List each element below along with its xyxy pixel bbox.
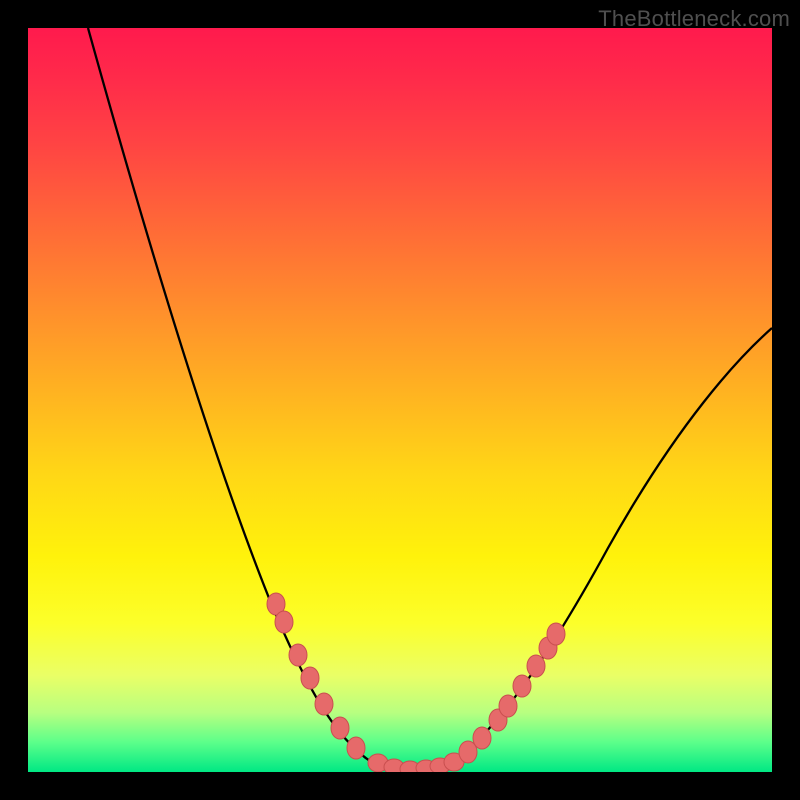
marker-dot [547, 623, 565, 645]
marker-dot [513, 675, 531, 697]
marker-dot [527, 655, 545, 677]
marker-dot [315, 693, 333, 715]
marker-dot [301, 667, 319, 689]
marker-dot [499, 695, 517, 717]
chart-frame: TheBottleneck.com [0, 0, 800, 800]
marker-dot [275, 611, 293, 633]
marker-dot [347, 737, 365, 759]
curve-layer [28, 28, 772, 772]
plot-area [28, 28, 772, 772]
bottleneck-curve [88, 28, 772, 768]
marker-dot [331, 717, 349, 739]
marker-dot [289, 644, 307, 666]
marker-dot [473, 727, 491, 749]
